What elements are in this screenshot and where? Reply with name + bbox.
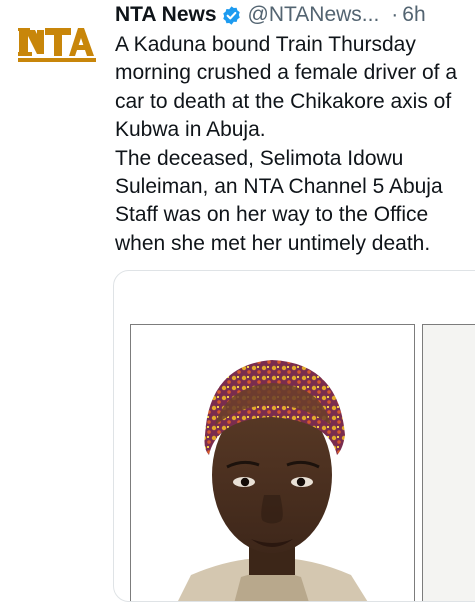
nta-logo bbox=[18, 28, 96, 62]
handle[interactable]: @NTANews... bbox=[248, 3, 380, 27]
avatar[interactable] bbox=[18, 22, 96, 66]
tweet-header: NTA News @NTANews... · 6h bbox=[115, 0, 426, 30]
tweet[interactable]: NTA News @NTANews... · 6h A Kaduna bound… bbox=[0, 0, 475, 602]
tweet-text: A Kaduna bound Train Thursday morning cr… bbox=[115, 31, 465, 258]
photo-portrait[interactable] bbox=[130, 324, 415, 601]
portrait-image bbox=[131, 325, 414, 601]
media-card[interactable] bbox=[113, 270, 475, 602]
tweet-paragraph-1: A Kaduna bound Train Thursday morning cr… bbox=[115, 33, 457, 142]
display-name[interactable]: NTA News bbox=[115, 3, 217, 27]
tweet-paragraph-2: The deceased, Selimota Idowu Suleiman, a… bbox=[115, 146, 443, 255]
timestamp[interactable]: 6h bbox=[402, 3, 425, 27]
photo-second[interactable] bbox=[422, 324, 475, 601]
separator-dot: · bbox=[391, 3, 399, 26]
verified-badge-icon bbox=[221, 5, 242, 26]
